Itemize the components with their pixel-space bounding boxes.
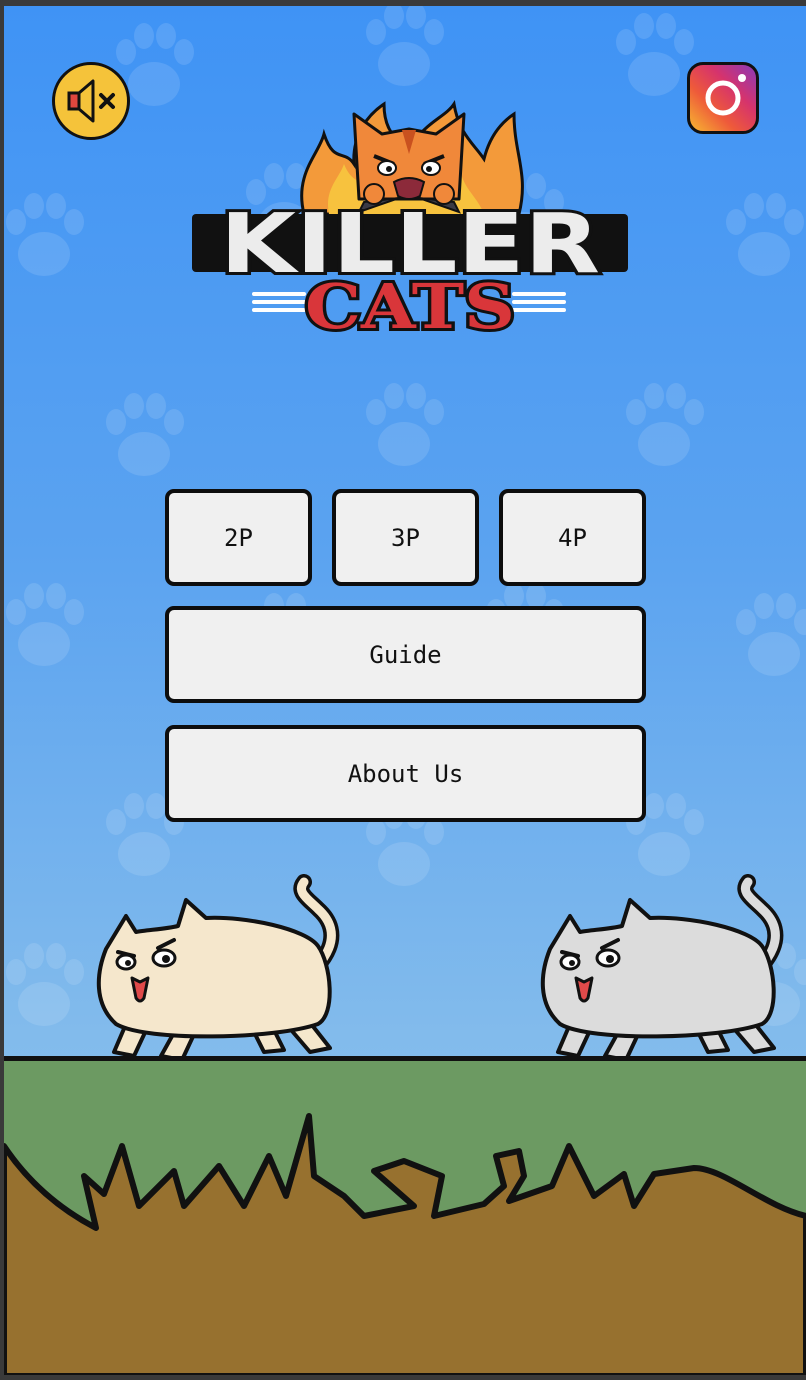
cream-cat-character [96, 874, 340, 1062]
four-player-button[interactable]: 4P [499, 489, 646, 586]
two-player-button[interactable]: 2P [165, 489, 312, 586]
gray-cat-character [540, 874, 784, 1062]
speaker-muted-icon [67, 79, 115, 123]
sound-toggle-button[interactable] [52, 62, 130, 140]
about-us-button[interactable]: About Us [165, 725, 646, 822]
guide-button[interactable]: Guide [165, 606, 646, 703]
grass-and-dirt-ground [4, 1056, 806, 1375]
instagram-button[interactable] [687, 62, 759, 134]
game-logo: KILLER CATS [184, 94, 634, 346]
logo-subtitle: CATS [305, 270, 515, 334]
three-player-button[interactable]: 3P [332, 489, 479, 586]
logo-artwork: KILLER CATS [192, 100, 628, 346]
game-screen: KILLER CATS 2P 3P 4P Guide About Us [4, 6, 806, 1375]
instagram-icon [705, 74, 746, 116]
